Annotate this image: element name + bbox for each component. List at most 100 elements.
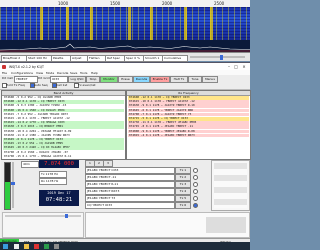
panel-body	[214, 163, 247, 208]
tx-message-field[interactable]: JE1ABC YB0ECT OI33	[85, 167, 175, 174]
band-activity-row[interactable]: 074600 -5 0.2 952 ~ CQ JG1SRB PM95	[3, 96, 124, 100]
rx-frequency-row[interactable]: 074645 -6 0.1 1178 ~ YB0ECT JA1XYZ RRR	[128, 108, 249, 113]
tx-message-field[interactable]: JE1ABC YB0ECT RR73	[85, 188, 175, 195]
tx-send-button[interactable]: Tx 2	[175, 174, 191, 181]
band-activity-row[interactable]: 074615 -10 0.1 1178 ~ YB0ECT JA1XYZ -12	[3, 117, 124, 121]
menu-configurations[interactable]: Configurations	[11, 71, 33, 75]
menu-view[interactable]: View	[36, 71, 43, 75]
app-icon[interactable]	[34, 243, 39, 249]
search-icon[interactable]	[14, 243, 19, 249]
rx-frequency-row[interactable]: 074700 -7 0.1 1178 ~ JA1XYZ YB0ECT 73	[128, 112, 249, 117]
band-activity-row[interactable]: 074645 -6 0.1 1178 ~ CQ YB0ECT OI33	[3, 138, 124, 142]
gain-slider-handle[interactable]	[220, 54, 223, 60]
tune-button[interactable]: Tune	[188, 75, 202, 83]
log-qso-button[interactable]: Log QSO	[68, 75, 86, 83]
halt-tx-button[interactable]: Halt Tx	[170, 75, 188, 83]
tx-select-radio[interactable]	[193, 168, 198, 173]
rx-gain-slider-handle[interactable]	[11, 182, 15, 185]
tx-select-radio[interactable]	[193, 189, 198, 194]
rx-frequency-pane[interactable]: Rx Frequency 074600 -12 0.1 1178 ~ CQ YB…	[126, 90, 251, 160]
band-select[interactable]: 40m	[21, 161, 39, 168]
menu-help[interactable]: Help	[91, 71, 98, 75]
rx-gain-slider[interactable]	[11, 162, 15, 208]
folder-icon[interactable]	[24, 243, 29, 249]
band-activity-row[interactable]: 074645 -13 0.2 952 ~ CQ JG1SRB PM95	[3, 142, 124, 146]
dx-grid-input[interactable]: OI33	[50, 75, 68, 83]
app-icon	[2, 64, 6, 69]
tx-send-button[interactable]: Tx 6	[175, 202, 191, 209]
menu-save[interactable]: Save	[70, 71, 77, 75]
adjust-button[interactable]: Adjust	[70, 54, 88, 62]
band-activity-row[interactable]: 074645 -20 0.3 2420 ~ CQ DX HL2ABC PM37	[3, 146, 124, 150]
band-activity-row[interactable]: 074600 -16 0.4 1560 ~ CQ DU1AVC PK04	[3, 108, 124, 113]
gain-slider[interactable]	[190, 54, 245, 60]
tx-send-button[interactable]: Tx 5	[175, 195, 191, 202]
rx-frequency-row[interactable]: 074600 -12 0.1 1178 ~ CQ YB0ECT OI33	[128, 96, 249, 100]
menu-mode[interactable]: Mode	[46, 71, 54, 75]
tx-select-radio[interactable]	[193, 175, 198, 180]
band-activity-row[interactable]: 074700 -15 0.1 1770 ~ 9M2AAA JA2XYZ R-11	[3, 154, 124, 159]
rx-frequency-row[interactable]: 074715 -5 0.1 1178 ~ CQ YB0ECT OI33	[128, 117, 249, 121]
app-icon[interactable]	[54, 243, 59, 249]
freq-tick: 2000	[162, 1, 173, 6]
tx-select-radio[interactable]	[193, 196, 198, 201]
band-activity-row[interactable]: 074615 -7 0.2 952 ~ JG1SRB YB1GRI RR73	[3, 112, 124, 117]
rx-frequency-row[interactable]: 074615 -10 0.1 1178 ~ YB0ECT JA1XYZ -12	[128, 100, 249, 104]
flatten-checkbox[interactable]: Flatten	[87, 54, 106, 62]
stop-button[interactable]: Stop	[86, 75, 100, 83]
rx-frequency-row[interactable]: 074815 -4 0.1 1178 ~ JE1ABC YB0ECT RR73	[128, 133, 249, 138]
tab-3[interactable]: 3	[103, 160, 113, 167]
taskbar	[0, 242, 250, 250]
band-activity-row[interactable]: 074615 -14 0.2 1770 ~ CQ 9M2AAA OJ03	[3, 121, 124, 125]
start-icon[interactable]	[3, 243, 8, 249]
band-activity-row[interactable]: 074600 -9 0.3 1380 ~ JA1XPU YC9BU -15	[3, 104, 124, 108]
band-activity-row[interactable]: 074700 -8 0.2 1560 ~ DU1AVC JH1ABC -07	[3, 150, 124, 155]
tx-send-button[interactable]: Tx 4	[175, 188, 191, 195]
waterfall-display[interactable]	[0, 7, 250, 40]
close-icon[interactable]: ×	[241, 64, 247, 69]
tx-message-field[interactable]: JE1ABC YB0ECT -11	[85, 174, 175, 181]
bins-per-pixel-spinner[interactable]: Bins/Pixel 2	[1, 54, 27, 62]
band-activity-pane[interactable]: Band Activity 074600 -5 0.2 952 ~ CQ JG1…	[1, 90, 126, 160]
monitor-button[interactable]: Monitor	[100, 75, 118, 83]
spectrum-line	[0, 43, 251, 52]
tx-select-radio[interactable]	[193, 182, 198, 187]
maximize-icon[interactable]: □	[233, 64, 239, 69]
smooth-spinner[interactable]: Smooth 1	[143, 54, 163, 62]
signal-trace	[90, 7, 93, 40]
spectrum-type-select[interactable]: Cumulative	[162, 54, 188, 62]
rx-frequency-row[interactable]: 074800 -9 0.1 1178 ~ YB0ECT JE1ABC R-08	[128, 129, 249, 134]
rx-frequency-row[interactable]: 074730 -11 0.1 1178 ~ YB0ECT JE1ABC PM95	[128, 121, 249, 125]
tx-message-field[interactable]: JE1ABC YB0ECT R-11	[85, 181, 175, 188]
menu-decode[interactable]: Decode	[57, 71, 68, 75]
erase-button[interactable]: Erase	[118, 75, 133, 83]
band-activity-row[interactable]: 074630 -11 0.2 1380 ~ JA1XPU YC9BU RR73	[3, 133, 124, 138]
rx-frequency-row[interactable]: 074630 -9 0.1 1178 ~ JA1XYZ YB0ECT R-10	[128, 104, 249, 108]
tx-message-field[interactable]: CQ YB0ECT OI33	[85, 202, 175, 209]
menu-file[interactable]: File	[2, 71, 7, 75]
app-icon[interactable]	[44, 243, 49, 249]
spec-percent-spinner[interactable]: Spec 0 %	[124, 54, 144, 62]
enable-tx-button[interactable]: Enable Tx	[150, 75, 170, 83]
band-activity-row[interactable]: 074630 -3 0.3 2015 ~ CQ BH4RIT PM01	[3, 125, 124, 129]
rx-frequency-row[interactable]: 074745 -8 0.1 1178 ~ JE1ABC YB0ECT -11	[128, 125, 249, 129]
rx-frequency-spinner[interactable]: Rx 1178 Hz	[39, 178, 67, 185]
menus-button[interactable]: Menus	[202, 75, 218, 83]
tx-send-button[interactable]: Tx 3	[175, 181, 191, 188]
tx-frequency-spinner[interactable]: Tx 1178 Hz	[39, 171, 67, 178]
signal-trace	[210, 7, 213, 40]
tx-select-radio[interactable]	[193, 203, 198, 208]
ref-spec-checkbox[interactable]: Ref Spec	[105, 54, 125, 62]
power-slider[interactable]	[5, 214, 81, 218]
minimize-icon[interactable]: –	[226, 64, 232, 69]
start-frequency-spinner[interactable]: Start 100 Hz	[26, 54, 52, 62]
decode-button[interactable]: Decode	[133, 75, 150, 83]
menu-tools[interactable]: Tools	[80, 71, 87, 75]
band-activity-row[interactable]: 074600 -12 0.1 1178 ~ CQ YB0ECT OI33	[3, 100, 124, 104]
dx-call-input[interactable]: YB0ECT	[14, 75, 38, 83]
power-slider-handle[interactable]	[65, 214, 68, 218]
tx-send-button[interactable]: Tx 1	[175, 167, 191, 174]
band-activity-row[interactable]: 074630 -18 0.4 2204 ~ VK3AAB YE1ZAT R-09	[3, 129, 124, 134]
tx-message-field[interactable]: JE1ABC YB0ECT 73	[85, 195, 175, 202]
palette-select[interactable]: Palette	[51, 54, 71, 62]
